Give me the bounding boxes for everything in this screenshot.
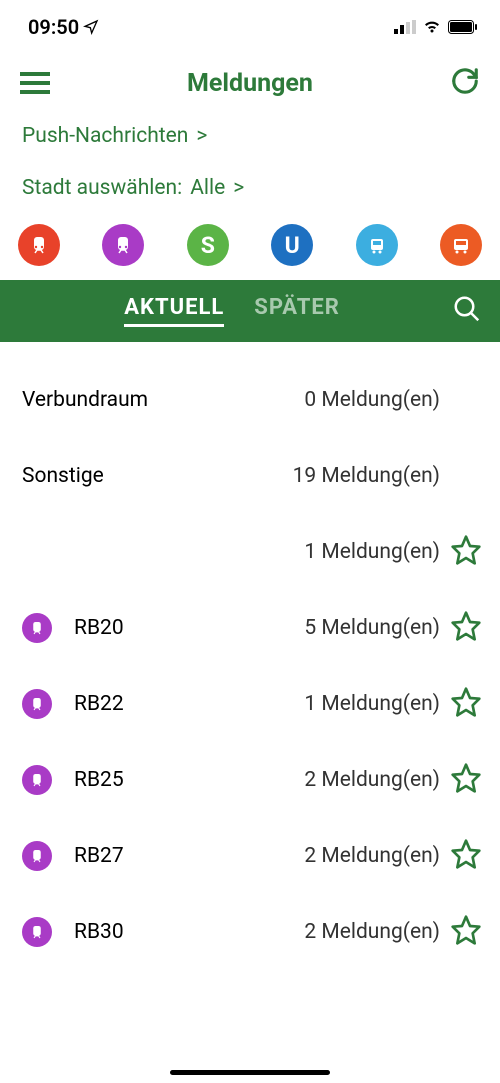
message-count: 0 Meldung(en) xyxy=(304,388,440,412)
message-count: 2 Meldung(en) xyxy=(304,768,440,792)
line-name: RB30 xyxy=(74,920,304,944)
city-value: Alle xyxy=(190,176,225,200)
list-item[interactable]: RB205 Meldung(en) xyxy=(0,590,500,666)
battery-icon xyxy=(448,20,478,34)
favorite-button[interactable] xyxy=(450,686,482,722)
message-count: 5 Meldung(en) xyxy=(304,616,440,640)
list-item[interactable]: RB252 Meldung(en) xyxy=(0,742,500,818)
message-count: 19 Meldung(en) xyxy=(293,464,440,488)
train-icon xyxy=(22,613,52,643)
line-name: RB27 xyxy=(74,844,304,868)
favorite-button[interactable] xyxy=(450,838,482,874)
tab-later[interactable]: SPÄTER xyxy=(254,295,340,327)
home-indicator xyxy=(170,1070,330,1075)
tab-bar: AKTUELL SPÄTER xyxy=(0,280,500,342)
transport-filter-rb[interactable] xyxy=(102,224,144,266)
chevron-right-icon: > xyxy=(233,176,244,200)
list-item[interactable]: 1 Meldung(en) xyxy=(0,514,500,590)
status-time: 09:50 xyxy=(28,15,99,39)
tab-current[interactable]: AKTUELL xyxy=(124,295,224,327)
status-time-value: 09:50 xyxy=(28,15,79,39)
status-bar: 09:50 xyxy=(0,0,500,48)
favorite-button[interactable] xyxy=(450,762,482,798)
transport-filter-ubahn[interactable]: U xyxy=(271,224,313,266)
transport-filter-tram[interactable] xyxy=(356,224,398,266)
transport-filter-re[interactable] xyxy=(18,224,60,266)
train-icon xyxy=(22,917,52,947)
favorite-button[interactable] xyxy=(450,534,482,570)
menu-button[interactable] xyxy=(20,72,50,94)
star-icon xyxy=(450,762,482,794)
line-name: Verbundraum xyxy=(22,388,304,412)
star-icon xyxy=(450,534,482,566)
signal-icon xyxy=(394,20,416,34)
message-count: 2 Meldung(en) xyxy=(304,844,440,868)
page-title: Meldungen xyxy=(50,69,450,98)
list-item[interactable]: Sonstige19 Meldung(en) xyxy=(0,438,500,514)
push-label: Push-Nachrichten xyxy=(22,124,188,148)
location-arrow-icon xyxy=(83,19,99,35)
refresh-icon xyxy=(450,66,480,96)
star-icon xyxy=(450,610,482,642)
favorite-button[interactable] xyxy=(450,610,482,646)
message-count: 1 Meldung(en) xyxy=(304,692,440,716)
transport-mode-filter: SU xyxy=(0,214,500,280)
message-count: 1 Meldung(en) xyxy=(304,540,440,564)
train-icon xyxy=(22,689,52,719)
line-name: Sonstige xyxy=(22,464,293,488)
list-item[interactable]: RB272 Meldung(en) xyxy=(0,818,500,894)
push-notifications-link[interactable]: Push-Nachrichten > xyxy=(0,110,500,162)
list-item[interactable]: Verbundraum0 Meldung(en) xyxy=(0,362,500,438)
train-icon xyxy=(22,841,52,871)
search-icon xyxy=(452,294,482,324)
transport-filter-bus[interactable] xyxy=(440,224,482,266)
wifi-icon xyxy=(422,20,442,34)
chevron-right-icon: > xyxy=(196,124,207,148)
star-icon xyxy=(450,838,482,870)
message-count: 2 Meldung(en) xyxy=(304,920,440,944)
status-icons xyxy=(394,20,478,34)
refresh-button[interactable] xyxy=(450,66,480,100)
city-select-link[interactable]: Stadt auswählen: Alle > xyxy=(0,162,500,214)
line-name: RB20 xyxy=(74,616,304,640)
favorite-button[interactable] xyxy=(450,914,482,950)
line-name: RB25 xyxy=(74,768,304,792)
city-label: Stadt auswählen: xyxy=(22,176,182,200)
star-icon xyxy=(450,914,482,946)
search-button[interactable] xyxy=(452,294,488,328)
messages-list: Verbundraum0 Meldung(en)Sonstige19 Meldu… xyxy=(0,342,500,970)
list-item[interactable]: RB302 Meldung(en) xyxy=(0,894,500,970)
line-name: RB22 xyxy=(74,692,304,716)
star-icon xyxy=(450,686,482,718)
train-icon xyxy=(22,765,52,795)
list-item[interactable]: RB221 Meldung(en) xyxy=(0,666,500,742)
header: Meldungen xyxy=(0,48,500,110)
transport-filter-sbahn[interactable]: S xyxy=(187,224,229,266)
